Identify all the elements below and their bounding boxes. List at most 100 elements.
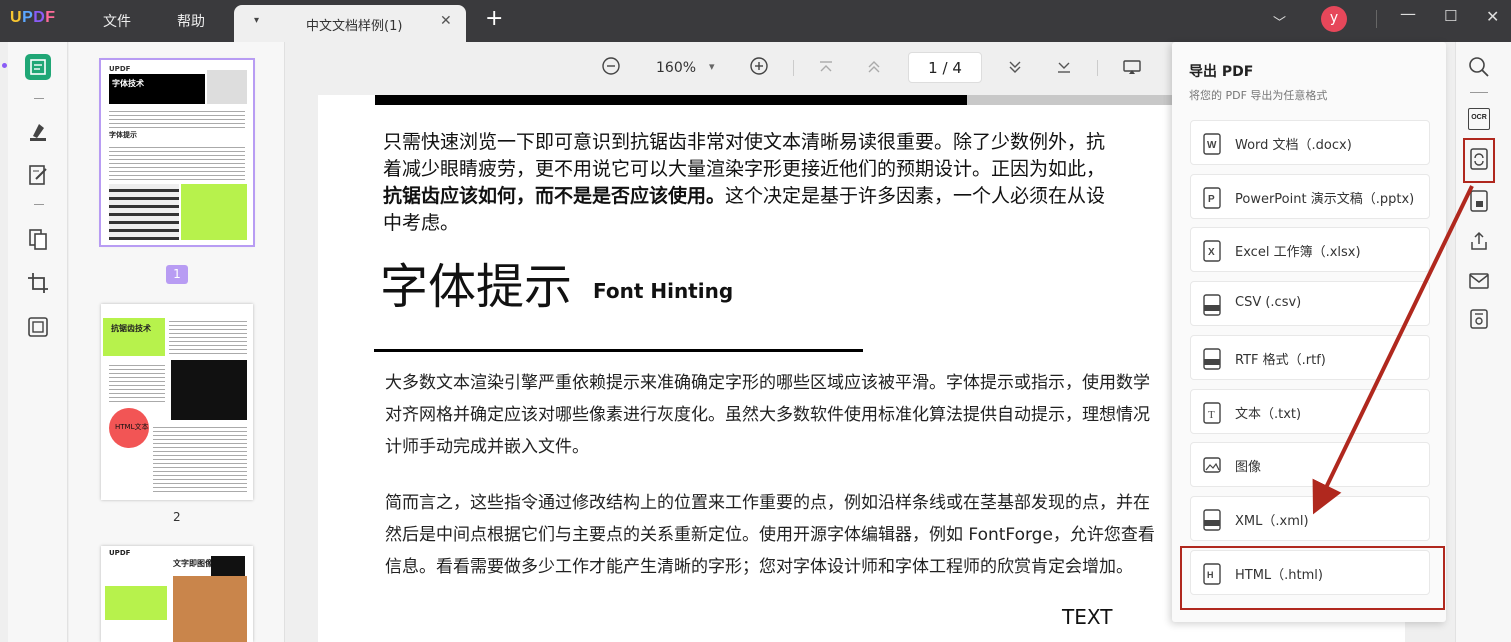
thumb-text [109, 108, 245, 128]
sidebar-divider [34, 98, 44, 99]
thumbnail-page-2[interactable]: 抗锯齿技术 HTML文本 [101, 304, 253, 500]
page-tools-icon[interactable] [25, 314, 51, 340]
avatar[interactable]: y [1321, 6, 1347, 32]
previous-page-icon[interactable] [865, 58, 883, 80]
intro-line: 只需快速浏览一下即可意识到抗锯齿非常对使文本清晰易读很重要。除了少数例外，抗 [383, 131, 1106, 153]
minimize-button[interactable]: — [1400, 4, 1416, 23]
document-tab[interactable]: ▾ 中文文档样例(1) ✕ [234, 5, 466, 42]
last-page-icon[interactable] [1055, 58, 1073, 80]
thumb-green-box: 抗锯齿技术 [103, 318, 165, 356]
body-paragraph-2: 简而言之，这些指令通过修改结构上的位置来工作重要的点，例如沿样条线或在茎基部发现… [385, 487, 1155, 583]
thumb-green-box [181, 184, 247, 240]
save-icon[interactable] [1468, 308, 1490, 330]
panel-subtitle: 将您的 PDF 导出为任意格式 [1189, 89, 1328, 102]
thumb-title: 抗锯齿技术 [111, 324, 151, 333]
edit-pdf-icon[interactable] [25, 162, 51, 188]
title-bar: UPDF 文件 帮助 ▾ 中文文档样例(1) ✕ + ﹀ y — ☐ ✕ [0, 0, 1511, 42]
export-word-option[interactable]: W Word 文档（.docx) [1190, 120, 1430, 165]
body-line: 大多数文本渲染引擎严重依赖提示来准确确定字形的哪些区域应该被平滑。字体提示或指示… [385, 373, 1150, 393]
tab-close-icon[interactable]: ✕ [440, 13, 452, 29]
email-icon[interactable] [1468, 270, 1490, 292]
maximize-button[interactable]: ☐ [1444, 7, 1457, 25]
tab-title: 中文文档样例(1) [306, 19, 403, 34]
menu-help[interactable]: 帮助 [177, 11, 205, 31]
total-pages: 4 [952, 59, 962, 77]
highlight-convert-box [1463, 138, 1495, 183]
page-number-field[interactable]: 1 / 4 [908, 52, 982, 83]
presentation-icon[interactable] [1122, 58, 1142, 80]
thumb-red-circle: HTML文本 [109, 408, 149, 448]
thumb-title-block: 字体技术 [109, 74, 205, 104]
option-label: RTF 格式（.rtf) [1235, 353, 1326, 368]
new-tab-button[interactable]: + [485, 8, 503, 30]
page-top-bar [375, 95, 967, 105]
body-paragraph-1: 大多数文本渲染引擎严重依赖提示来准确确定字形的哪些区域应该被平滑。字体提示或指示… [385, 367, 1150, 463]
intro-bold: 抗锯齿应该如何，而不是是否应该使用。 [383, 185, 726, 207]
export-powerpoint-option[interactable]: P PowerPoint 演示文稿（.pptx) [1190, 174, 1430, 219]
export-excel-option[interactable]: X Excel 工作簿（.xlsx) [1190, 227, 1430, 272]
image-icon [1203, 457, 1221, 473]
close-window-button[interactable]: ✕ [1486, 7, 1499, 26]
page-number: 2 [173, 510, 181, 524]
svg-text:W: W [1207, 140, 1217, 151]
share-icon[interactable] [1468, 230, 1490, 252]
svg-text:P: P [1208, 194, 1215, 205]
export-image-option[interactable]: 图像 [1190, 442, 1430, 487]
organize-pages-icon[interactable] [25, 226, 51, 252]
svg-text:X: X [1208, 247, 1215, 258]
thumb-text [169, 318, 247, 354]
thumb-image [207, 70, 247, 104]
option-label: Excel 工作簿（.xlsx) [1235, 245, 1361, 260]
export-rtf-option[interactable]: RTF 格式（.rtf) [1190, 335, 1430, 380]
zoom-out-icon[interactable] [601, 56, 621, 80]
word-icon: W [1203, 133, 1221, 155]
thumbnail-page-3[interactable]: UPDF 文字即图像 [101, 546, 253, 642]
updf-logo: UPDF [10, 9, 56, 26]
thumb-photo [171, 360, 247, 420]
sidebar-divider [34, 204, 44, 205]
option-label: Word 文档（.docx) [1235, 138, 1352, 153]
text-file-icon: T [1203, 402, 1221, 424]
export-text-option[interactable]: T 文本（.txt) [1190, 389, 1430, 434]
next-page-icon[interactable] [1006, 58, 1024, 80]
thumb-text [109, 144, 245, 180]
page-separator: / [942, 59, 948, 77]
option-label: CSV (.csv) [1235, 295, 1302, 310]
page-number-badge: 1 [166, 265, 188, 284]
toolbar-divider [793, 60, 794, 76]
xml-icon [1203, 509, 1221, 531]
left-edge [0, 42, 8, 642]
export-csv-option[interactable]: CSV (.csv) [1190, 281, 1430, 326]
thumb-text [109, 362, 165, 402]
svg-text:T: T [1208, 409, 1215, 421]
current-page: 1 [928, 59, 938, 77]
sidebar-divider [1470, 92, 1488, 93]
thumb-photo [109, 184, 179, 240]
chevron-down-icon[interactable]: ﹀ [1273, 12, 1286, 31]
title-divider [1376, 10, 1377, 28]
reader-mode-icon[interactable] [25, 54, 51, 80]
search-icon[interactable] [1468, 56, 1490, 78]
protect-pdf-icon[interactable] [1468, 190, 1490, 212]
body-line: 对齐网格并确定应该对哪些像素进行灰度化。虽然大多数软件使用标准化算法提供自动提示… [385, 405, 1150, 425]
export-xml-option[interactable]: XML（.xml) [1190, 496, 1430, 541]
zoom-dropdown-icon[interactable]: ▾ [709, 60, 715, 73]
thumbnail-page-1[interactable]: UPDF 字体技术 字体提示 [99, 58, 255, 247]
zoom-in-icon[interactable] [749, 56, 769, 80]
menu-file[interactable]: 文件 [103, 11, 131, 31]
thumb-logo: UPDF [109, 549, 131, 557]
tab-dropdown-icon[interactable]: ▾ [254, 15, 259, 26]
section-heading: 字体提示 [380, 259, 573, 315]
crop-icon[interactable] [25, 270, 51, 296]
zoom-level[interactable]: 160% [656, 60, 696, 76]
ocr-icon[interactable]: OCR [1468, 108, 1490, 130]
thumb-dark-block [211, 556, 245, 576]
first-page-icon[interactable] [817, 58, 835, 80]
thumb-title: 文字即图像 [173, 559, 213, 568]
text-label: TEXT [1062, 605, 1113, 629]
csv-icon [1203, 294, 1221, 316]
intro-rest: 这个决定是基于许多因素，一个人必须在从设 [725, 185, 1106, 207]
heading-rule [374, 349, 863, 352]
powerpoint-icon: P [1203, 187, 1221, 209]
comment-highlighter-icon[interactable] [25, 118, 51, 144]
